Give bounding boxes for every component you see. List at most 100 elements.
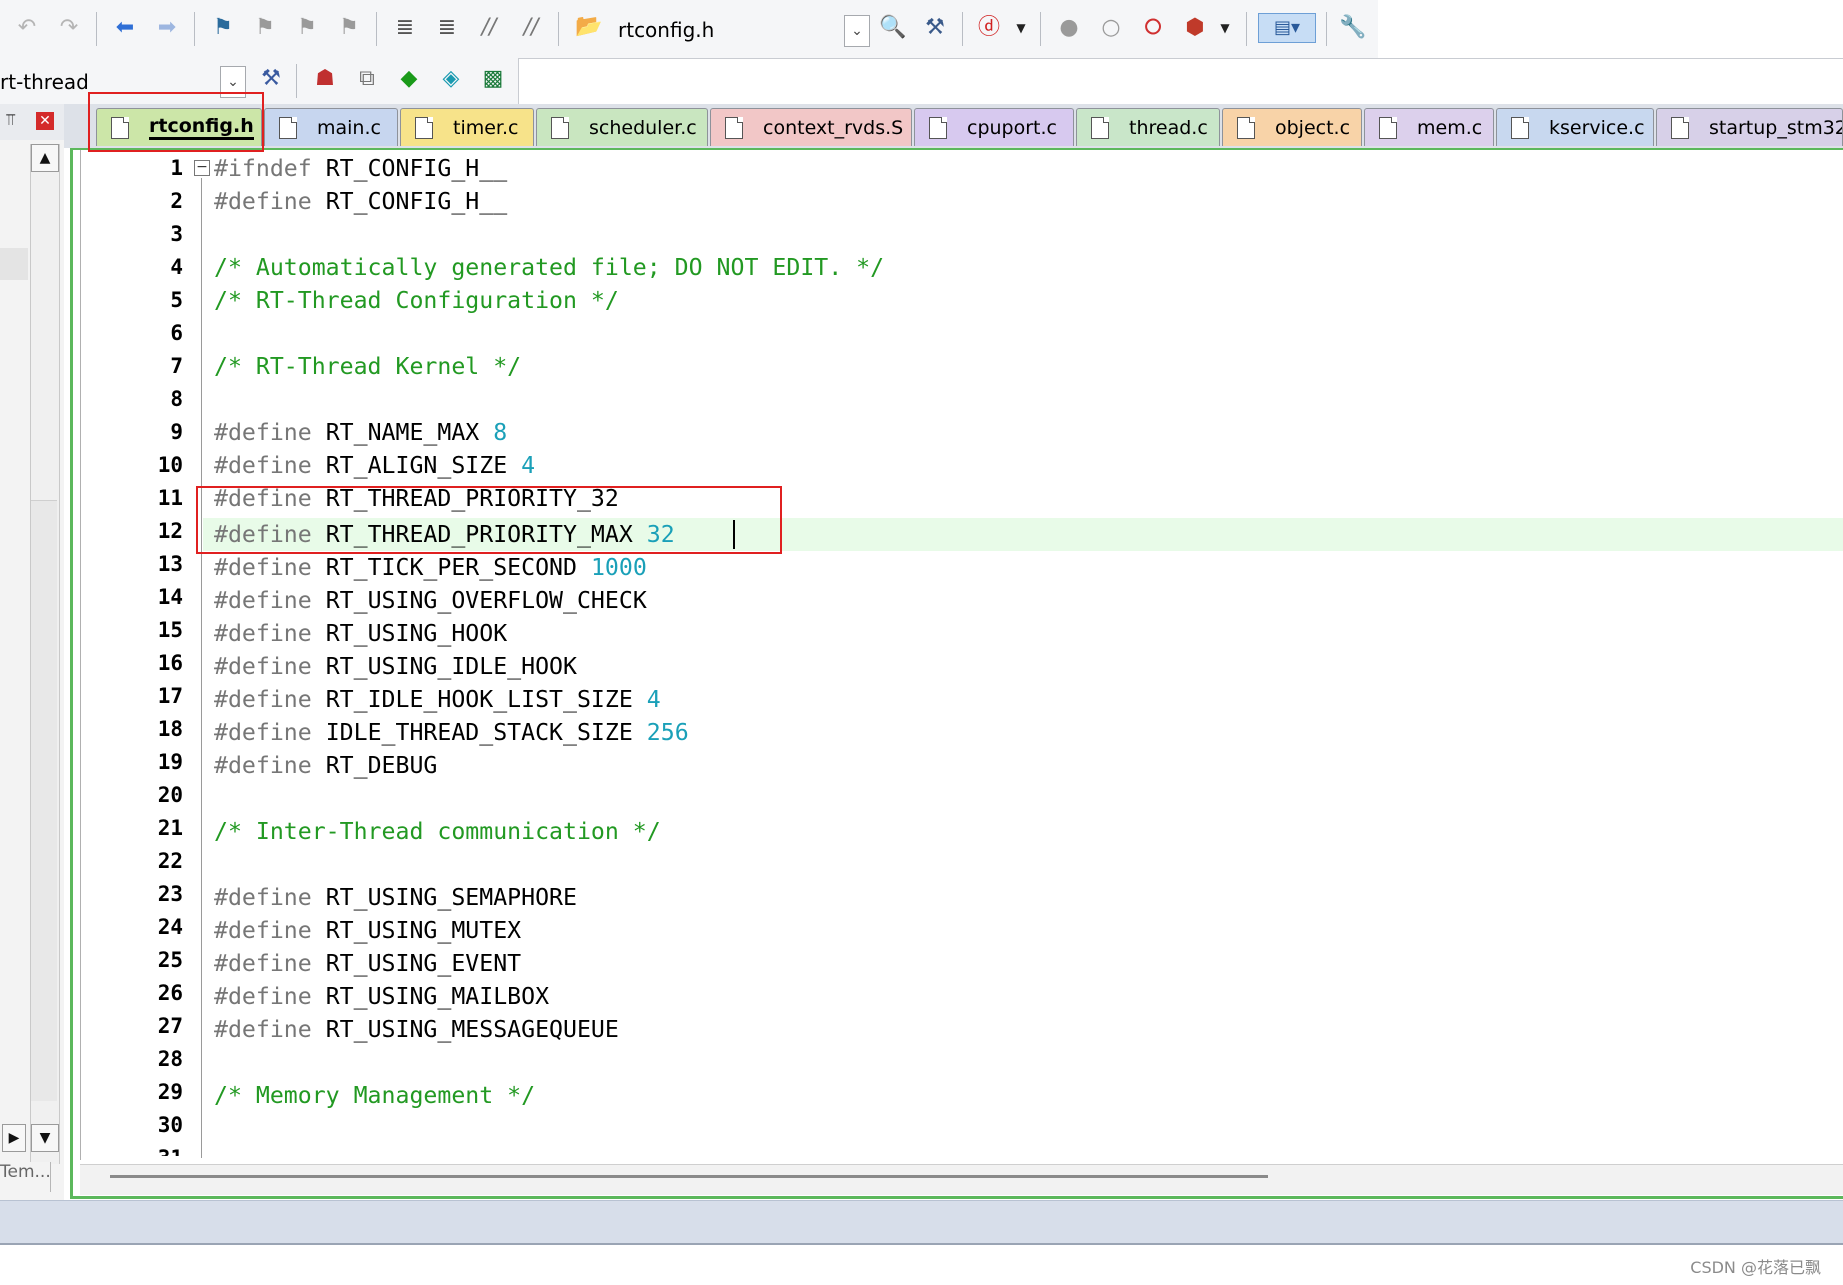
tab-label: scheduler.c	[589, 116, 697, 139]
run-time-environment-icon[interactable]: ▩	[478, 64, 508, 94]
code-line-16[interactable]: #define RT_USING_IDLE_HOOK	[214, 650, 577, 683]
close-icon[interactable]: ✕	[36, 112, 54, 130]
undo-icon[interactable]: ↶	[12, 13, 42, 43]
code-line-1[interactable]: #ifndef RT_CONFIG_H__	[214, 152, 507, 185]
line-number: 7	[170, 354, 183, 378]
line-number: 14	[157, 585, 183, 609]
code-keyword: #define	[214, 620, 312, 647]
file-icon	[1379, 116, 1397, 139]
code-line-13[interactable]: #define RT_TICK_PER_SECOND 1000	[214, 551, 647, 584]
multi-project-icon[interactable]: ⧉	[352, 64, 382, 94]
scrollbar-thumb[interactable]	[110, 1175, 1268, 1178]
collapse-icon[interactable]: −	[194, 160, 210, 176]
line-number: 16	[157, 651, 183, 675]
code-keyword: #define	[214, 950, 312, 977]
code-line-2[interactable]: #define RT_CONFIG_H__	[214, 185, 507, 218]
line-number: 6	[170, 321, 183, 345]
breakpoint-disable-all-icon[interactable]: ⭘	[1138, 13, 1168, 43]
code-line-25[interactable]: #define RT_USING_EVENT	[214, 947, 521, 980]
redo-icon[interactable]: ↷	[54, 13, 84, 43]
tab-label: kservice.c	[1549, 116, 1645, 139]
code-line-19[interactable]: #define RT_DEBUG	[214, 749, 437, 782]
tab-scheduler-c[interactable]: scheduler.c	[536, 108, 708, 146]
window-layout-icon[interactable]: ▤▾	[1258, 13, 1316, 43]
tab-startup-stm32[interactable]: startup_stm32f	[1656, 108, 1843, 146]
code-line-4[interactable]: /* Automatically generated file; DO NOT …	[214, 251, 884, 284]
code-line-5[interactable]: /* RT-Thread Configuration */	[214, 284, 619, 317]
code-keyword: #define	[214, 452, 312, 479]
configure-tools-icon[interactable]: 🔧	[1338, 13, 1368, 43]
tab-label: mem.c	[1417, 116, 1483, 139]
tab-label: object.c	[1275, 116, 1351, 139]
code-line-7[interactable]: /* RT-Thread Kernel */	[214, 350, 521, 383]
unindent-icon[interactable]: ≣	[432, 13, 462, 43]
code-keyword: #define	[214, 719, 312, 746]
comment-icon[interactable]: //	[474, 13, 504, 43]
bookmark-insert-icon[interactable]: ⚑	[208, 13, 238, 43]
indent-icon[interactable]: ≣	[390, 13, 420, 43]
code-keyword: #define	[214, 917, 312, 944]
horizontal-scrollbar[interactable]	[80, 1164, 1843, 1195]
find-in-files-icon[interactable]: 🔍	[878, 13, 908, 43]
tab-cpuport-c[interactable]: cpuport.c	[914, 108, 1074, 146]
target-select[interactable]: rt-thread	[0, 70, 89, 94]
find-file-combo[interactable]: 📂 rtconfig.h ⌄	[574, 12, 870, 48]
code-line-27[interactable]: #define RT_USING_MESSAGEQUEUE	[214, 1013, 619, 1046]
bookmark-previous-icon[interactable]: ⚑	[250, 13, 280, 43]
code-text: RT_USING_OVERFLOW_CHECK	[311, 587, 647, 614]
chevron-down-icon[interactable]: ▼	[1006, 13, 1036, 43]
current-file-text: rtconfig.h	[618, 18, 715, 42]
bookmark-next-icon[interactable]: ⚑	[292, 13, 322, 43]
line-number: 8	[170, 387, 183, 411]
code-line-24[interactable]: #define RT_USING_MUTEX	[214, 914, 521, 947]
code-text: RT_DEBUG	[311, 752, 438, 779]
code-line-29[interactable]: /* Memory Management */	[214, 1079, 535, 1112]
browse-icon[interactable]: ⚒	[920, 13, 950, 43]
pack-installer-icon[interactable]: ◆	[394, 64, 424, 94]
chevron-down-icon[interactable]: ⌄	[844, 15, 870, 47]
chevron-down-icon[interactable]: ▼	[1210, 13, 1240, 43]
code-line-10[interactable]: #define RT_ALIGN_SIZE 4	[214, 449, 535, 482]
line-number: 20	[157, 783, 183, 807]
file-icon	[415, 116, 433, 139]
breakpoint-disable-icon[interactable]: ○	[1096, 13, 1126, 43]
select-packs-icon[interactable]: ◈	[436, 64, 466, 94]
code-line-17[interactable]: #define RT_IDLE_HOOK_LIST_SIZE 4	[214, 683, 661, 716]
scroll-up-icon[interactable]: ▲	[31, 144, 59, 172]
tab-mem-c[interactable]: mem.c	[1364, 108, 1494, 146]
pin-icon[interactable]: ⫪	[6, 110, 15, 130]
code-line-23[interactable]: #define RT_USING_SEMAPHORE	[214, 881, 577, 914]
tab-main-c[interactable]: main.c	[264, 108, 398, 146]
bookmark-clear-icon[interactable]: ⚑	[334, 13, 364, 43]
code-number: 256	[646, 719, 689, 746]
code-line-9[interactable]: #define RT_NAME_MAX 8	[214, 416, 507, 449]
scroll-down-icon[interactable]: ▼	[31, 1124, 59, 1152]
tab-context-rvds-s[interactable]: context_rvds.S	[710, 108, 912, 146]
scrollbar-thumb[interactable]	[31, 500, 57, 1101]
scroll-right-icon[interactable]: ▶	[2, 1124, 26, 1152]
code-number: 4	[646, 686, 661, 713]
line-number: 31	[80, 1142, 183, 1156]
line-number: 5	[170, 288, 183, 312]
line-number: 27	[157, 1014, 183, 1038]
manage-project-items-icon[interactable]: ☗	[310, 64, 340, 94]
navigate-forward-icon[interactable]: ➡	[152, 13, 182, 43]
tab-kservice-c[interactable]: kservice.c	[1496, 108, 1654, 146]
code-line-26[interactable]: #define RT_USING_MAILBOX	[214, 980, 549, 1013]
uncomment-icon[interactable]: //	[516, 13, 546, 43]
highlight-box-priority-lines	[196, 486, 782, 554]
tab-timer-c[interactable]: timer.c	[400, 108, 534, 146]
code-line-18[interactable]: #define IDLE_THREAD_STACK_SIZE 256	[214, 716, 689, 749]
code-line-21[interactable]: /* Inter-Thread communication */	[214, 815, 661, 848]
tab-thread-c[interactable]: thread.c	[1076, 108, 1220, 146]
breakpoint-insert-icon[interactable]: ●	[1054, 13, 1084, 43]
debug-session-icon[interactable]: ⓓ	[974, 13, 1004, 43]
breakpoint-kill-all-icon[interactable]: ⬢	[1180, 13, 1210, 43]
line-number: 23	[157, 882, 183, 906]
code-line-14[interactable]: #define RT_USING_OVERFLOW_CHECK	[214, 584, 647, 617]
target-options-icon[interactable]: ⚒	[256, 64, 286, 94]
navigate-back-icon[interactable]: ⬅	[110, 13, 140, 43]
code-line-15[interactable]: #define RT_USING_HOOK	[214, 617, 507, 650]
templates-tab[interactable]: Tem...	[0, 1162, 51, 1192]
tab-object-c[interactable]: object.c	[1222, 108, 1362, 146]
